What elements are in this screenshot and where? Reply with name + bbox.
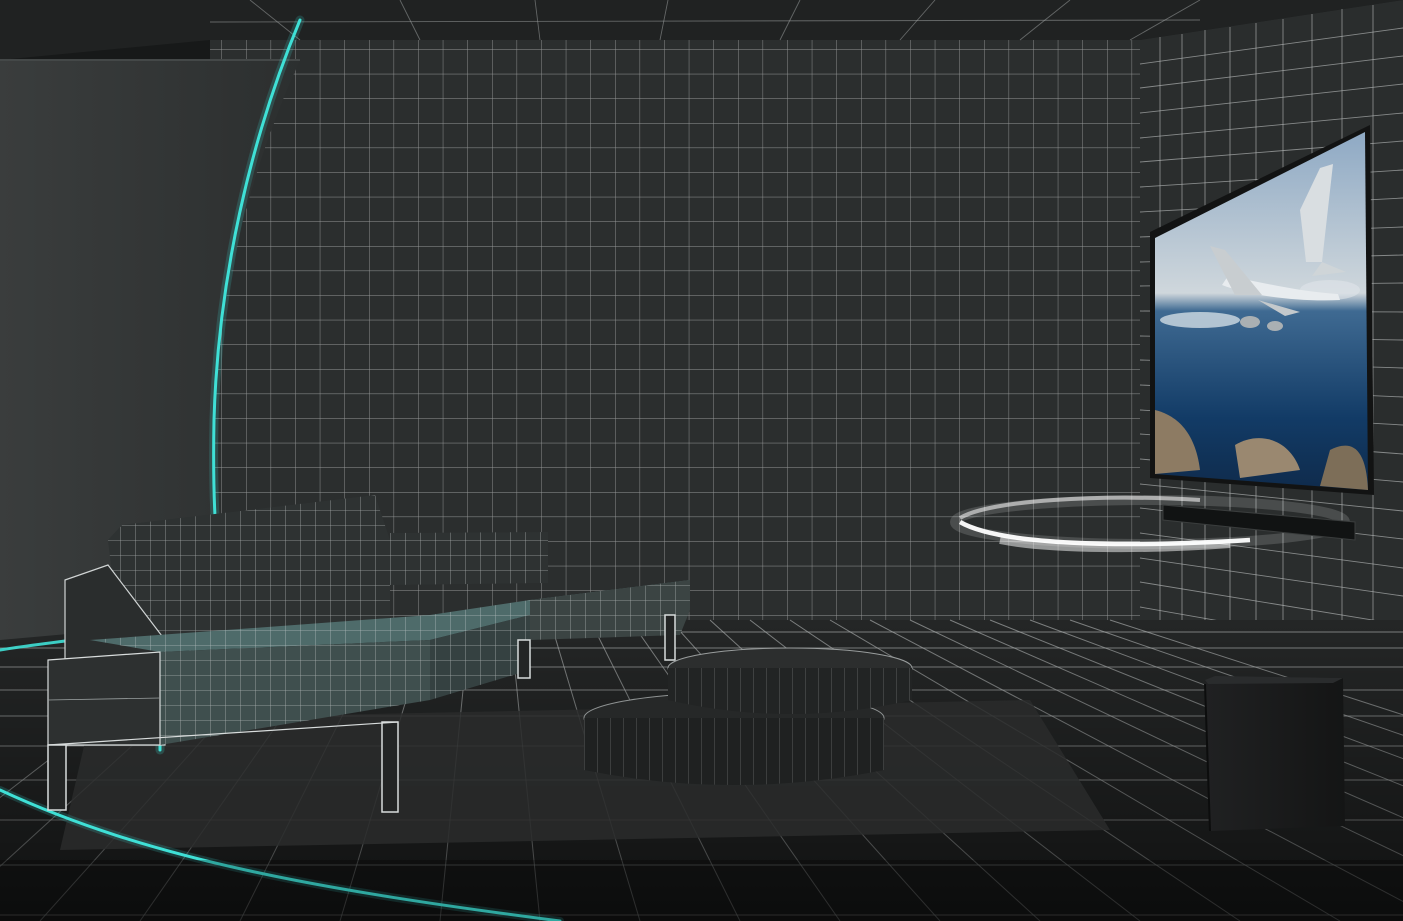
subwoofer	[1204, 676, 1345, 832]
living-room-scene	[0, 0, 1403, 921]
room-illustration	[0, 0, 1403, 921]
bottom-vignette	[0, 860, 1403, 921]
